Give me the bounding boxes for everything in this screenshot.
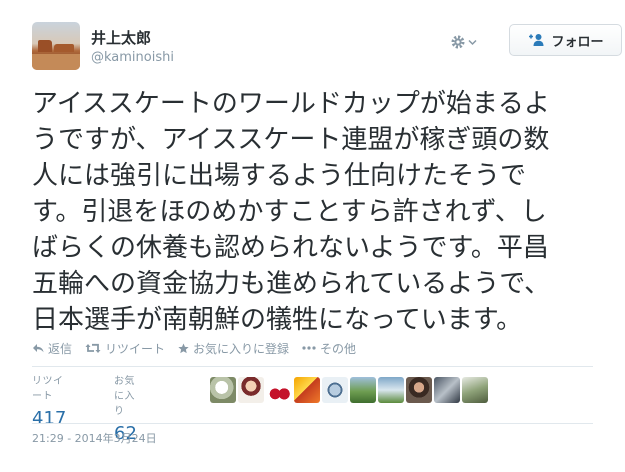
chevron-down-icon xyxy=(468,38,477,47)
avatar[interactable] xyxy=(294,377,320,403)
more-icon xyxy=(302,346,316,350)
avatar-ground xyxy=(32,54,80,70)
reply-button[interactable]: 返信 xyxy=(32,340,72,357)
avatar[interactable] xyxy=(434,377,460,403)
retweets-label: リツイート xyxy=(32,376,64,402)
more-label: その他 xyxy=(320,341,357,356)
follow-label: フォロー xyxy=(551,34,604,50)
avatar[interactable] xyxy=(462,377,488,403)
avatar[interactable] xyxy=(322,377,348,403)
tweet-timestamp[interactable]: 21:29 - 2014年3月24日 xyxy=(32,430,157,446)
user-avatar[interactable] xyxy=(32,22,80,70)
retweets-count: 417 xyxy=(32,408,67,429)
more-button[interactable]: その他 xyxy=(302,340,356,357)
avatar[interactable] xyxy=(406,377,432,403)
retweet-stat[interactable]: リツイート 417 xyxy=(32,372,66,429)
gear-icon xyxy=(450,34,466,50)
add-user-icon xyxy=(527,33,545,47)
avatar[interactable] xyxy=(266,377,292,403)
tweet-text: アイススケートのワールドカップが始まるよ うですが、アイススケート連盟が稼ぎ頭の… xyxy=(32,89,551,335)
tweet-header: 井上太郎 @kaminoishi フォロー xyxy=(32,22,622,74)
tweet-actions: 返信 リツイート お気に入りに登録 その他 xyxy=(32,339,369,357)
reply-icon xyxy=(32,343,44,353)
retweet-icon xyxy=(85,343,101,354)
follow-button[interactable]: フォロー xyxy=(509,24,622,56)
favorites-label: お気に入り xyxy=(114,376,135,417)
reply-label: 返信 xyxy=(48,341,73,356)
avatar-mesa xyxy=(38,40,52,52)
divider xyxy=(32,423,593,424)
user-actions-dropdown[interactable] xyxy=(450,32,484,52)
avatar[interactable] xyxy=(350,377,376,403)
star-icon xyxy=(178,342,189,354)
favorite-button[interactable]: お気に入りに登録 xyxy=(178,340,289,357)
user-name[interactable]: 井上太郎 xyxy=(91,27,151,48)
favoriter-avatars xyxy=(210,377,488,403)
avatar-mesa xyxy=(54,44,74,52)
retweet-label: リツイート xyxy=(105,341,166,356)
retweet-button[interactable]: リツイート xyxy=(85,340,165,357)
user-handle[interactable]: @kaminoishi xyxy=(91,50,174,65)
avatar[interactable] xyxy=(238,377,264,403)
avatar[interactable] xyxy=(210,377,236,403)
divider xyxy=(32,366,593,367)
favorite-label: お気に入りに登録 xyxy=(193,341,290,356)
avatar[interactable] xyxy=(378,377,404,403)
